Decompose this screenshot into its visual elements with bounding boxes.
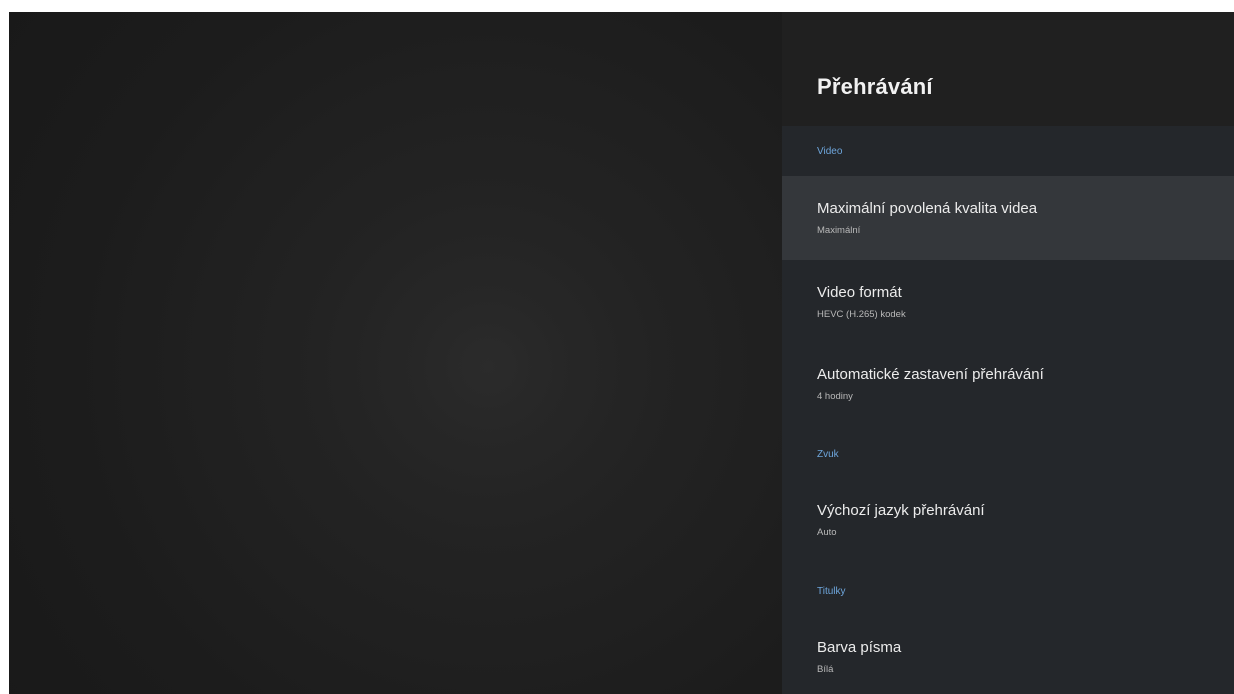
setting-value: Maximální — [817, 225, 861, 236]
setting-value: Auto — [817, 527, 837, 538]
setting-auto-stop-playback[interactable]: Automatické zastavení přehrávání 4 hodin… — [782, 342, 1234, 426]
setting-title: Výchozí jazyk přehrávání — [817, 502, 985, 519]
section-label-subtitles: Titulky — [817, 586, 846, 597]
page-title: Přehrávání — [817, 74, 933, 99]
setting-title: Maximální povolená kvalita videa — [817, 200, 1038, 217]
setting-max-video-quality[interactable]: Maximální povolená kvalita videa Maximál… — [782, 176, 1234, 260]
setting-value: Bílá — [817, 664, 834, 675]
setting-title: Video formát — [817, 284, 902, 301]
setting-title: Barva písma — [817, 639, 902, 656]
setting-video-format[interactable]: Video formát HEVC (H.265) kodek — [782, 260, 1234, 344]
tv-screen: Přehrávání Video Maximální povolená kval… — [9, 12, 1234, 694]
settings-panel: Přehrávání Video Maximální povolená kval… — [782, 12, 1234, 694]
section-label-audio: Zvuk — [817, 449, 839, 460]
panel-header: Přehrávání — [782, 12, 1234, 126]
setting-value: HEVC (H.265) kodek — [817, 309, 906, 320]
setting-default-playback-language[interactable]: Výchozí jazyk přehrávání Auto — [782, 478, 1234, 562]
setting-value: 4 hodiny — [817, 391, 853, 402]
section-label-video: Video — [817, 146, 843, 157]
setting-title: Automatické zastavení přehrávání — [817, 366, 1044, 383]
setting-font-color[interactable]: Barva písma Bílá — [782, 615, 1234, 694]
video-backdrop — [9, 12, 782, 694]
